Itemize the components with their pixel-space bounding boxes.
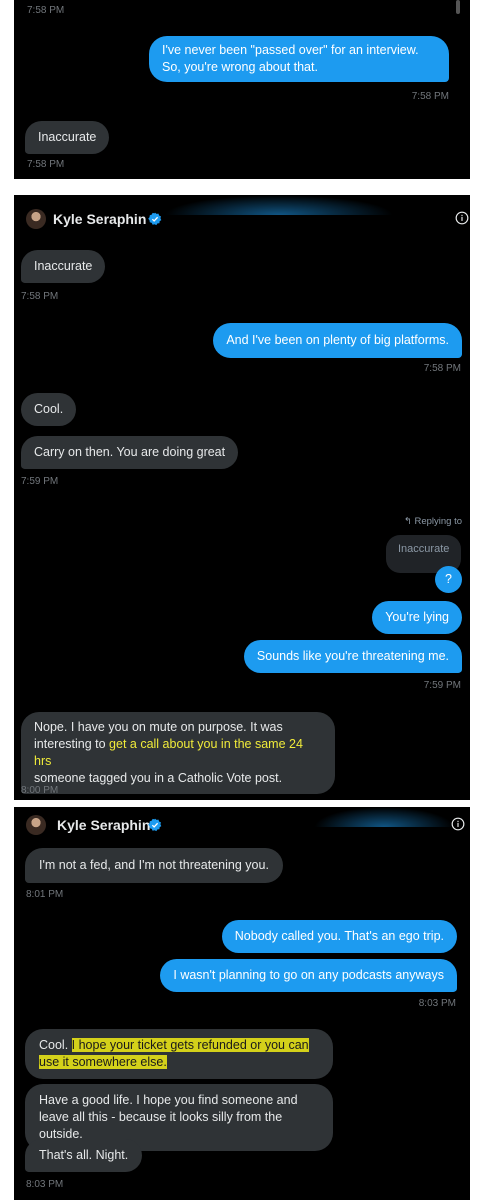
outgoing-message: ? <box>435 566 462 593</box>
incoming-message: Cool. I hope your ticket gets refunded o… <box>25 1029 333 1079</box>
incoming-message: I'm not a fed, and I'm not threatening y… <box>25 848 283 883</box>
replying-to-label: ↰ Replying to <box>404 516 462 527</box>
message-timestamp: 7:59 PM <box>21 476 59 487</box>
reply-arrow-icon: ↰ <box>403 516 412 527</box>
message-text: Cool. <box>39 1038 72 1052</box>
message-timestamp: 8:00 PM <box>21 785 59 796</box>
message-text: That's all. Night. <box>39 1148 129 1162</box>
outgoing-message: Nobody called you. That's an ego trip. <box>221 920 457 953</box>
verified-badge-icon <box>148 212 162 226</box>
highlighted-text: I hope your ticket gets refunded or you … <box>39 1038 309 1069</box>
outgoing-message: Sounds like you're threatening me. <box>243 640 462 673</box>
message-timestamp: 8:03 PM <box>418 998 456 1009</box>
avatar[interactable] <box>26 209 46 229</box>
conversation-header: Kyle Seraphin <box>14 195 470 239</box>
quoted-text: Inaccurate <box>398 543 450 555</box>
replying-to-text: Replying to <box>414 516 462 527</box>
outgoing-message: And I've been on plenty of big platforms… <box>213 323 462 358</box>
conversation-panel-1: 7:58 PM I've never been "passed over" fo… <box>14 0 470 179</box>
message-text: I've never been "passed over" for an int… <box>162 43 419 74</box>
message-timestamp: 7:58 PM <box>411 91 449 102</box>
message-text: Inaccurate <box>38 130 97 144</box>
avatar[interactable] <box>26 815 46 835</box>
scrollbar[interactable] <box>456 0 460 14</box>
panel-divider <box>14 800 470 807</box>
message-timestamp: 7:59 PM <box>423 680 461 691</box>
message-text: Sounds like you're threatening me. <box>256 649 449 663</box>
message-text: Nobody called you. That's an ego trip. <box>234 929 444 943</box>
conversation-panel-3: Kyle Seraphin I'm not a fed, and I'm not… <box>14 807 470 1200</box>
incoming-message: Nope. I have you on mute on purpose. It … <box>21 712 335 794</box>
message-text: someone tagged you in a Catholic Vote po… <box>34 771 283 785</box>
incoming-message: That's all. Night. <box>25 1139 143 1172</box>
outgoing-message: I've never been "passed over" for an int… <box>149 36 449 82</box>
outgoing-message: I wasn't planning to go on any podcasts … <box>160 959 457 992</box>
conversation-header: Kyle Seraphin <box>14 807 470 851</box>
message-text: Cool. <box>34 402 64 416</box>
message-text: Carry on then. You are doing great <box>34 445 226 459</box>
message-text: ? <box>445 572 452 586</box>
incoming-message: Inaccurate <box>21 250 106 283</box>
message-timestamp: 8:01 PM <box>26 889 64 900</box>
outgoing-message: You're lying <box>372 601 462 634</box>
message-timestamp: 7:58 PM <box>423 363 461 374</box>
message-text: And I've been on plenty of big platforms… <box>226 333 449 347</box>
info-icon[interactable] <box>451 817 465 831</box>
conversation-panel-2: Kyle Seraphin Inaccurate 7:58 PM And I'v… <box>14 195 470 800</box>
incoming-message: Cool. <box>21 393 77 426</box>
incoming-message: Carry on then. You are doing great <box>21 436 239 469</box>
message-timestamp: 7:58 PM <box>27 5 65 16</box>
message-text: Inaccurate <box>34 259 93 273</box>
verified-badge-icon <box>148 818 162 832</box>
info-icon[interactable] <box>455 211 469 225</box>
incoming-message: Inaccurate <box>25 121 110 154</box>
message-text: I'm not a fed, and I'm not threatening y… <box>39 858 269 872</box>
message-text: I wasn't planning to go on any podcasts … <box>173 968 444 982</box>
message-timestamp: 8:03 PM <box>26 1179 64 1190</box>
contact-name[interactable]: Kyle Seraphin <box>53 211 146 227</box>
message-timestamp: 7:58 PM <box>21 291 59 302</box>
message-timestamp: 7:58 PM <box>27 159 65 170</box>
message-text: You're lying <box>385 610 449 624</box>
contact-name[interactable]: Kyle Seraphin <box>57 817 150 833</box>
message-text: Have a good life. I hope you find someon… <box>39 1093 298 1141</box>
